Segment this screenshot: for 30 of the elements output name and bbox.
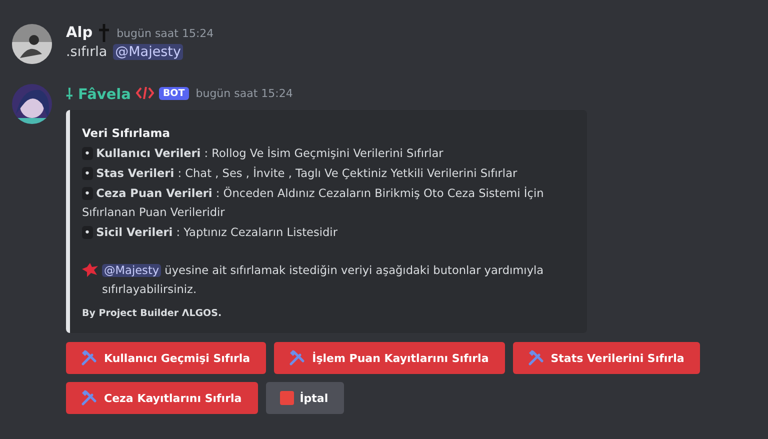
reset-button[interactable]: Ceza Kayıtlarını Sıfırla xyxy=(66,382,258,414)
star-icon xyxy=(82,263,98,277)
embed-field: • Sicil Verileri : Yaptınız Cezaların Listesidir xyxy=(82,223,575,242)
mention[interactable]: @Majesty xyxy=(113,44,183,60)
reset-button[interactable]: Stats Verilerini Sıfırla xyxy=(512,342,700,374)
embed-field: • Ceza Puan Verileri : Önceden Aldınız Cezaların Birikmiş Oto Ceza Sistemi İçin Sıfırlanan Puan Verileridir xyxy=(82,184,575,222)
tools-icon xyxy=(80,349,98,367)
stop-icon xyxy=(280,391,294,405)
tools-icon xyxy=(526,349,545,367)
reset-button[interactable]: İşlem Puan Kayıtlarını Sıfırla xyxy=(274,342,505,374)
embed-field: • Kullanıcı Verileri : Rollog Ve İsim Geçmişini Verilerini Sıfırlar xyxy=(82,144,575,163)
avatar[interactable] xyxy=(12,84,52,124)
avatar[interactable] xyxy=(12,24,52,64)
tools-icon xyxy=(288,349,306,367)
message-text: .sıfırla xyxy=(66,44,108,60)
embed-title: Veri Sıfırlama xyxy=(82,126,171,140)
code-icon xyxy=(136,86,154,100)
reset-button[interactable]: Kullanıcı Geçmişi Sıfırla xyxy=(66,342,266,374)
mention[interactable]: @Majesty xyxy=(102,264,162,277)
timestamp: bugün saat 15:24 xyxy=(116,26,214,40)
tools-icon xyxy=(80,389,98,407)
author-name[interactable]: ⸸ Fâvela xyxy=(66,83,131,103)
timestamp: bugün saat 15:24 xyxy=(196,86,293,100)
embed-field: • Stas Verileri : Chat , Ses , İnvite , Taglı Ve Çektiniz Yetkili Verilerini Sıfırlar xyxy=(82,164,575,183)
embed-note: @Majesty üyesine ait sıfırlamak istediğin veriyi aşağıdaki butonlar yardımıyla sıfırlayabilirsiniz. xyxy=(102,263,545,298)
embed-footer: By Project Builder ΛLGOS. xyxy=(82,308,575,319)
bot-tag: BOT xyxy=(158,86,189,100)
cancel-button[interactable]: İptal xyxy=(266,382,344,414)
author-name[interactable]: Alp xyxy=(66,25,93,41)
dagger-icon xyxy=(98,23,110,43)
